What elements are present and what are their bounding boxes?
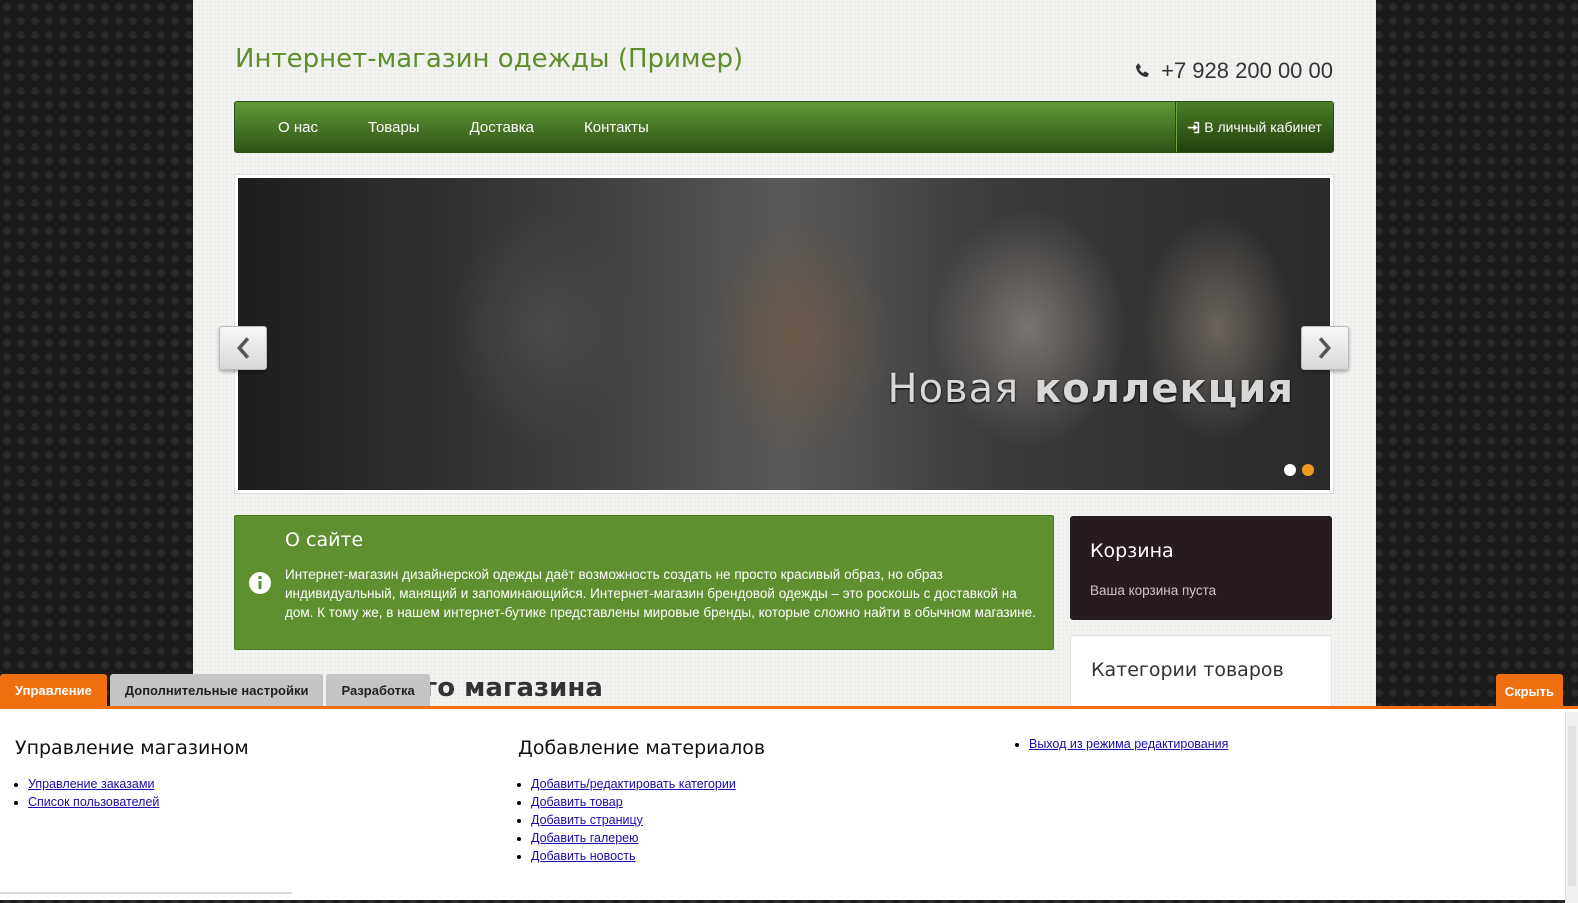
phone-number: +7 928 200 00 00 [1161,58,1333,83]
categories-title: Категории товаров [1091,659,1284,681]
nav-item-products[interactable]: Товары [343,102,445,154]
cart-title[interactable]: Корзина [1090,540,1174,562]
about-box: О сайте Интернет-магазин дизайнерской од… [234,515,1054,650]
main-nav: О нас Товары Доставка Контакты В личный … [234,101,1334,153]
link-manage-orders[interactable]: Управление заказами [28,777,154,791]
link-edit-categories[interactable]: Добавить/редактировать категории [531,777,736,791]
info-icon [249,572,271,594]
cabinet-label: В личный кабинет [1204,119,1322,135]
cabinet-button[interactable]: В личный кабинет [1175,102,1333,152]
chevron-right-icon [1318,337,1331,359]
scrollbar-thumb[interactable] [1568,726,1576,886]
cart-empty-text: Ваша корзина пуста [1090,583,1217,598]
admin-col-content-title: Добавление материалов [518,737,766,759]
nav-item-delivery[interactable]: Доставка [445,102,559,154]
admin-col-store-title: Управление магазином [15,737,249,759]
divider [0,892,292,894]
phone-icon [1135,63,1149,78]
slider-pagination [1284,464,1314,476]
link-user-list[interactable]: Список пользователей [28,795,159,809]
admin-scrollbar[interactable] [1565,712,1578,903]
link-add-gallery[interactable]: Добавить галерею [531,831,638,845]
slider-dot-1[interactable] [1284,464,1296,476]
slider-next-button[interactable] [1301,326,1349,370]
admin-col-exit: Выход из режима редактирования [1016,735,1228,753]
link-add-product[interactable]: Добавить товар [531,795,623,809]
hero-slider: Новая коллекция [219,174,1349,494]
nav-item-about[interactable]: О нас [253,102,343,154]
nav-item-contacts[interactable]: Контакты [559,102,674,154]
admin-panel: Управление магазином Управление заказами… [0,706,1578,903]
phone-block: +7 928 200 00 00 [1133,58,1333,84]
admin-tabs: Управление Дополнительные настройки Разр… [0,674,430,706]
sign-in-icon [1188,121,1200,133]
site-title[interactable]: Интернет-магазин одежды (Пример) [235,44,743,74]
slide-image: Новая коллекция [238,178,1330,490]
slide-caption-bold: коллекция [1034,366,1294,412]
admin-col-store: Управление магазином Управление заказами… [15,737,249,811]
tab-development[interactable]: Разработка [326,674,430,706]
link-exit-edit-mode[interactable]: Выход из режима редактирования [1029,737,1228,751]
section-heading: его магазина [406,673,603,703]
slider-dot-2[interactable] [1302,464,1314,476]
admin-col-content: Добавление материалов Добавить/редактиро… [518,737,765,865]
chevron-left-icon [237,337,250,359]
link-add-page[interactable]: Добавить страницу [531,813,643,827]
link-add-news[interactable]: Добавить новость [531,849,636,863]
slide-caption: Новая коллекция [888,366,1295,412]
categories-widget: Категории товаров [1070,635,1332,715]
about-title: О сайте [285,529,364,551]
tab-extra-settings[interactable]: Дополнительные настройки [109,674,324,706]
slider-prev-button[interactable] [219,326,267,370]
hide-panel-button[interactable]: Скрыть [1495,674,1563,706]
cart-widget: Корзина Ваша корзина пуста [1070,516,1332,620]
slide-caption-light: Новая [887,366,1020,412]
tab-management[interactable]: Управление [0,674,107,706]
about-text: Интернет-магазин дизайнерской одежды даё… [285,567,1036,620]
